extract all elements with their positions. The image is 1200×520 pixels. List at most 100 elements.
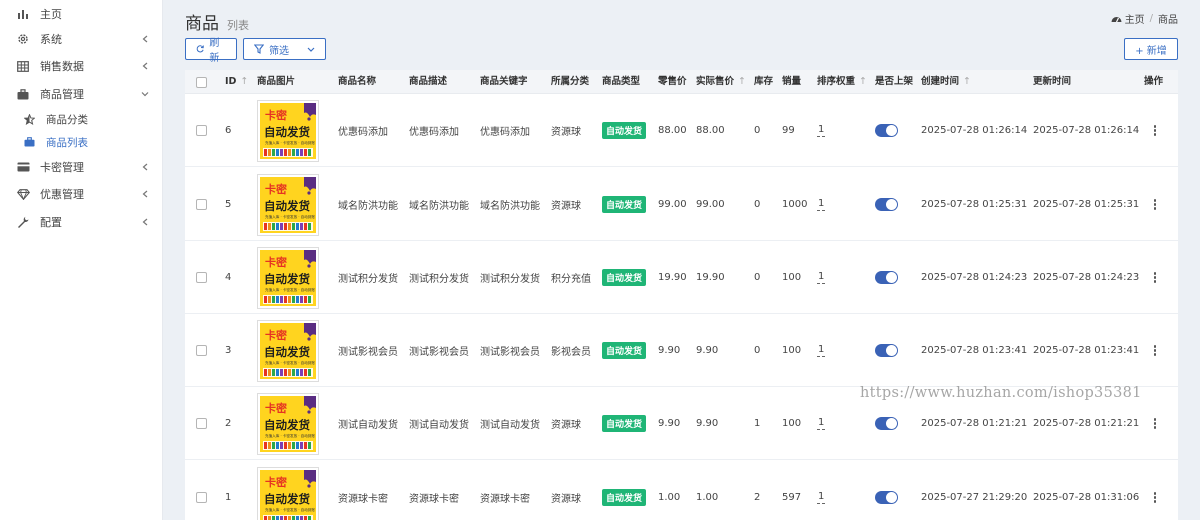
cell-actual-price: 88.00 [696, 94, 725, 167]
select-all-checkbox[interactable] [196, 76, 207, 88]
cell-on-sale [875, 461, 898, 520]
svg-text:卡密: 卡密 [265, 255, 287, 269]
sidebar-item-label: 卡密管理 [40, 161, 84, 174]
column-header-label: 商品类型 [602, 76, 641, 87]
cell-text: 资源球 [551, 127, 581, 138]
column-header-id[interactable]: ID ↑ [225, 70, 248, 94]
product-image[interactable]: 卡密 自动发货 充值入库 · 卡密发放 · 自动到账 [257, 392, 319, 455]
cell-desc: 测试自动发货 [409, 387, 469, 460]
column-header-label: 是否上架 [875, 76, 914, 87]
cell-stock: 2 [754, 461, 760, 520]
more-actions-icon[interactable] [1153, 418, 1157, 429]
sidebar-item-cards[interactable]: 卡密管理 [0, 153, 162, 181]
cell-text: 2025-07-28 01:23:41 [1033, 345, 1140, 356]
row-checkbox[interactable] [196, 125, 207, 136]
cell-actual-price: 9.90 [696, 387, 718, 460]
sort-weight-editable[interactable]: 1 [817, 124, 826, 137]
on-sale-toggle[interactable] [875, 491, 898, 504]
column-header-weight[interactable]: 排序权重 ↑ [817, 70, 867, 94]
cell-text: 6 [225, 125, 232, 136]
cell-text: 100 [782, 272, 802, 283]
cell-text: 优惠码添加 [338, 127, 388, 138]
add-button[interactable]: + 新增 [1124, 38, 1178, 60]
column-header-actual-price[interactable]: 实际售价 ↑ [696, 70, 746, 94]
cell-on-sale [875, 241, 898, 314]
row-checkbox[interactable] [196, 272, 207, 283]
cell-category: 积分充值 [551, 241, 591, 314]
select-all-checkbox-cell [196, 70, 207, 94]
cell-ops [1153, 314, 1157, 387]
svg-text:自动发货: 自动发货 [264, 199, 310, 213]
cell-text: 测试积分发货 [409, 274, 469, 285]
cell-id: 1 [225, 461, 231, 520]
cell-created: 2025-07-28 01:23:41 [921, 314, 1027, 387]
cell-text: 597 [782, 492, 802, 503]
sidebar-item-config[interactable]: 配置 [0, 208, 162, 236]
cell-actual-price: 99.00 [696, 168, 725, 241]
sort-weight-editable[interactable]: 1 [817, 417, 826, 430]
breadcrumb-home[interactable]: 主页 [1125, 11, 1145, 26]
sidebar-item-product-list[interactable]: 商品列表 [0, 130, 162, 154]
product-image[interactable]: 卡密 自动发货 充值入库 · 卡密发放 · 自动到账 [257, 246, 319, 309]
cell-category: 资源球 [551, 387, 581, 460]
more-actions-icon[interactable] [1153, 125, 1157, 136]
filter-dropdown-button[interactable]: 筛选 [243, 38, 326, 60]
product-type-badge: 自动发货 [602, 489, 647, 506]
cell-keyword: 测试影视会员 [480, 314, 540, 387]
on-sale-toggle[interactable] [875, 124, 898, 137]
sort-weight-editable[interactable]: 1 [817, 271, 826, 284]
sidebar-item-system[interactable]: 系统 [0, 25, 162, 53]
cell-keyword: 域名防洪功能 [480, 168, 540, 241]
cell-text: 域名防洪功能 [338, 201, 398, 212]
sort-weight-editable[interactable]: 1 [817, 198, 826, 211]
cell-keyword: 优惠码添加 [480, 94, 530, 167]
more-actions-icon[interactable] [1153, 199, 1157, 210]
sidebar-item-home[interactable]: 主页 [0, 0, 162, 28]
cell-desc: 域名防洪功能 [409, 168, 469, 241]
row-checkbox[interactable] [196, 418, 207, 429]
product-image[interactable]: 卡密 自动发货 充值入库 · 卡密发放 · 自动到账 [257, 99, 319, 162]
sidebar-item-product-category[interactable]: 商品分类 [0, 107, 162, 131]
product-image[interactable]: 卡密 自动发货 充值入库 · 卡密发放 · 自动到账 [257, 466, 319, 520]
cell-on-sale [875, 314, 898, 387]
on-sale-toggle[interactable] [875, 198, 898, 211]
row-checkbox[interactable] [196, 345, 207, 356]
cell-chk [196, 241, 207, 314]
product-image[interactable]: 卡密 自动发货 充值入库 · 卡密发放 · 自动到账 [257, 319, 319, 382]
cell-keyword: 测试积分发货 [480, 241, 540, 314]
table-row: 3 卡密 自动发货 充值入库 · 卡密发放 · 自动到账 测试影视会员 测试影视会员 测试影… [185, 314, 1178, 387]
column-header-sales: 销量 [782, 70, 801, 94]
chevron-down-icon [140, 89, 150, 99]
more-actions-icon[interactable] [1153, 492, 1157, 503]
sidebar-item-label: 主页 [40, 8, 62, 21]
refresh-button[interactable]: 刷新 [185, 38, 237, 64]
sidebar-item-products[interactable]: 商品管理 [0, 80, 162, 108]
gear-icon [16, 32, 30, 46]
more-actions-icon[interactable] [1153, 272, 1157, 283]
on-sale-toggle[interactable] [875, 417, 898, 430]
sidebar-item-discounts[interactable]: 优惠管理 [0, 180, 162, 208]
cell-text: 测试影视会员 [338, 347, 398, 358]
cell-stock: 0 [754, 94, 760, 167]
more-actions-icon[interactable] [1153, 345, 1157, 356]
on-sale-toggle[interactable] [875, 271, 898, 284]
cell-id: 3 [225, 314, 231, 387]
product-image[interactable]: 卡密 自动发货 充值入库 · 卡密发放 · 自动到账 [257, 173, 319, 236]
sort-weight-editable[interactable]: 1 [817, 344, 826, 357]
cell-text: 资源球卡密 [409, 494, 459, 505]
cell-actual-price: 1.00 [696, 461, 718, 520]
row-checkbox[interactable] [196, 492, 207, 503]
cell-text: 99 [782, 125, 795, 136]
on-sale-toggle[interactable] [875, 344, 898, 357]
row-checkbox[interactable] [196, 199, 207, 210]
sidebar-item-label: 商品列表 [46, 136, 88, 149]
sort-weight-editable[interactable]: 1 [817, 491, 826, 504]
cell-desc: 测试积分发货 [409, 241, 469, 314]
cell-img: 卡密 自动发货 充值入库 · 卡密发放 · 自动到账 [257, 461, 319, 520]
cell-text: 资源球卡密 [338, 494, 388, 505]
cell-text: 2 [754, 492, 761, 503]
sidebar-item-sales[interactable]: 销售数据 [0, 52, 162, 80]
column-header-price: 零售价 [658, 70, 687, 94]
sidebar: 主页 系统 销售数据 商品管理 商品分类 商品列表 卡密管理 优惠管理 配置 [0, 0, 163, 520]
column-header-created[interactable]: 创建时间 ↑ [921, 70, 971, 94]
